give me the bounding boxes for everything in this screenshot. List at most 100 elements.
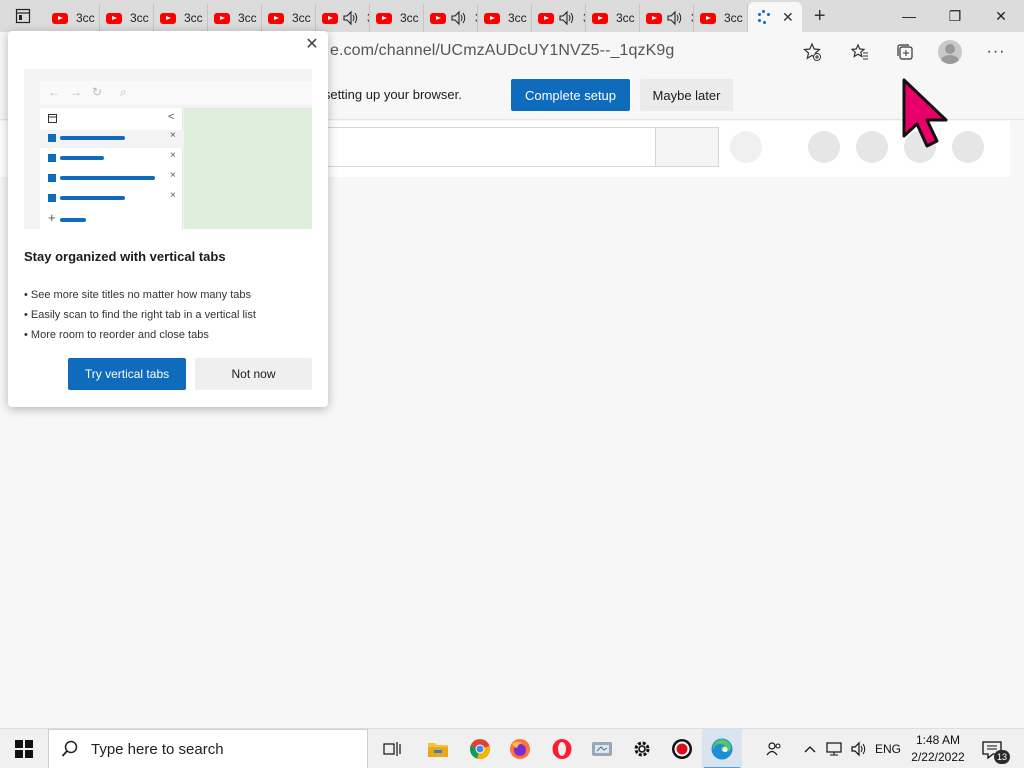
- volume-button[interactable]: [848, 729, 870, 768]
- audio-playing-icon[interactable]: [559, 10, 575, 26]
- illustration-tab-row: ×: [40, 150, 183, 168]
- network-icon: [826, 742, 842, 756]
- address-bar-url[interactable]: e.com/channel/UCmzAUDcUY1NVZ5--_1qzK9g: [330, 42, 674, 60]
- tab-active[interactable]: ✕: [748, 2, 802, 32]
- taskbar-search-box[interactable]: Type here to search: [48, 729, 368, 768]
- tab-title-line: [60, 176, 155, 180]
- close-popup-icon[interactable]: ✕: [304, 37, 320, 53]
- notification-count-badge: 13: [994, 750, 1010, 764]
- tab-title: 3cc: [238, 11, 257, 25]
- people-icon: [766, 742, 781, 756]
- youtube-icon: [52, 12, 68, 24]
- clock-time: 1:48 AM: [915, 733, 961, 747]
- browser-tab[interactable]: 3cc: [532, 4, 586, 32]
- close-tab-icon: ×: [170, 130, 176, 141]
- restore-button[interactable]: ❐: [932, 0, 978, 32]
- popup-title: Stay organized with vertical tabs: [24, 249, 226, 264]
- favorites-icon[interactable]: [848, 40, 872, 64]
- audio-playing-icon[interactable]: [343, 10, 359, 26]
- complete-setup-button[interactable]: Complete setup: [511, 79, 630, 111]
- tab-title: 3cc: [292, 11, 311, 25]
- show-hidden-icons-button[interactable]: [800, 729, 820, 768]
- add-favorite-icon[interactable]: [800, 40, 824, 64]
- browser-tab[interactable]: 3cc: [208, 4, 262, 32]
- tab-favicon-square: [48, 134, 56, 142]
- file-explorer-button[interactable]: [418, 729, 458, 768]
- back-arrow-icon: ←: [48, 85, 60, 99]
- minimize-button[interactable]: —: [886, 0, 932, 32]
- browser-tab[interactable]: 3cc: [694, 4, 748, 32]
- more-menu-icon[interactable]: ···: [984, 40, 1008, 64]
- illustration-tab-pane: < + × × × ×: [40, 108, 183, 229]
- browser-tab[interactable]: 3cc: [586, 4, 640, 32]
- close-tab-icon[interactable]: ✕: [782, 9, 794, 26]
- loading-icon: [756, 9, 772, 25]
- skeleton-circle: [856, 131, 888, 163]
- tab-favicon-square: [48, 194, 56, 202]
- tab-title: 3cc: [400, 11, 419, 25]
- close-window-button[interactable]: ✕: [978, 0, 1024, 32]
- browser-tab[interactable]: 3cc: [370, 4, 424, 32]
- people-button[interactable]: [760, 729, 788, 768]
- refresh-icon: ↻: [92, 85, 103, 99]
- browser-tab[interactable]: 3cc: [478, 4, 532, 32]
- browser-tab[interactable]: 3cc: [424, 4, 478, 32]
- popup-bullet: Easily scan to find the right tab in a v…: [24, 305, 256, 325]
- opera-button[interactable]: [542, 729, 582, 768]
- start-button[interactable]: [0, 729, 48, 768]
- language-indicator[interactable]: ENG: [872, 729, 904, 768]
- task-view-button[interactable]: [372, 729, 412, 768]
- try-vertical-tabs-button[interactable]: Try vertical tabs: [68, 358, 186, 390]
- network-button[interactable]: [822, 729, 846, 768]
- chrome-icon: [470, 739, 491, 759]
- screen-tool-button[interactable]: [582, 729, 622, 768]
- file-explorer-icon: [428, 743, 448, 757]
- add-icon: +: [48, 210, 56, 225]
- profile-avatar[interactable]: [938, 40, 962, 64]
- tab-actions-button[interactable]: [0, 0, 46, 32]
- skeleton-circle: [808, 131, 840, 163]
- browser-tab[interactable]: 3cc: [100, 4, 154, 32]
- browser-tab[interactable]: 3cc: [640, 4, 694, 32]
- not-now-button[interactable]: Not now: [195, 358, 312, 390]
- edge-button[interactable]: [702, 729, 742, 768]
- browser-tab[interactable]: 3cc: [262, 4, 316, 32]
- tab-title: 3cc: [76, 11, 95, 25]
- close-tab-icon: ×: [170, 150, 176, 161]
- browser-tab[interactable]: 3cc: [46, 4, 100, 32]
- audio-playing-icon[interactable]: [451, 10, 467, 26]
- illustration-tab-row: ×: [40, 190, 183, 208]
- vertical-tabs-illustration: ← → ↻ ⌕ < + × × × ×: [24, 69, 312, 229]
- illustration-content-area: [184, 108, 312, 229]
- taskbar: Type here to search ENG 1:48 AM 2/22/202…: [0, 728, 1024, 768]
- tab-title: 3cc: [130, 11, 149, 25]
- chrome-button[interactable]: [460, 729, 500, 768]
- audio-playing-icon[interactable]: [667, 10, 683, 26]
- mouse-cursor-icon: [902, 78, 948, 148]
- search-icon: ⌕: [120, 85, 127, 99]
- youtube-icon: [538, 12, 554, 24]
- firefox-icon: [510, 739, 530, 759]
- windows-logo-icon: [15, 740, 33, 758]
- task-view-icon: [383, 742, 401, 756]
- settings-button[interactable]: [622, 729, 662, 768]
- search-icon: [61, 740, 78, 757]
- clock[interactable]: 1:48 AM 2/22/2022: [906, 732, 970, 766]
- browser-tab[interactable]: 3cc: [154, 4, 208, 32]
- close-tab-icon: ×: [170, 170, 176, 181]
- tab-strip: 3cc 3cc 3cc 3cc 3cc 3cc 3cc 3cc 3cc 3cc 3cc 3cc3cc …: [0, 0, 1024, 32]
- illustration-pane-header: <: [40, 110, 183, 128]
- window-controls: — ❐ ✕: [886, 0, 1024, 32]
- recorder-button[interactable]: [662, 729, 702, 768]
- tab-title: 3cc: [508, 11, 527, 25]
- illustration-tab-row: ×: [40, 130, 183, 148]
- infobar-message: h setting up your browser.: [313, 87, 462, 102]
- new-tab-button[interactable]: +: [802, 0, 838, 32]
- maybe-later-button[interactable]: Maybe later: [640, 79, 733, 111]
- firefox-button[interactable]: [500, 729, 540, 768]
- youtube-icon: [106, 12, 122, 24]
- youtube-icon: [268, 12, 284, 24]
- browser-tab[interactable]: 3cc: [316, 4, 370, 32]
- collections-icon[interactable]: [893, 40, 917, 64]
- youtube-icon: [376, 12, 392, 24]
